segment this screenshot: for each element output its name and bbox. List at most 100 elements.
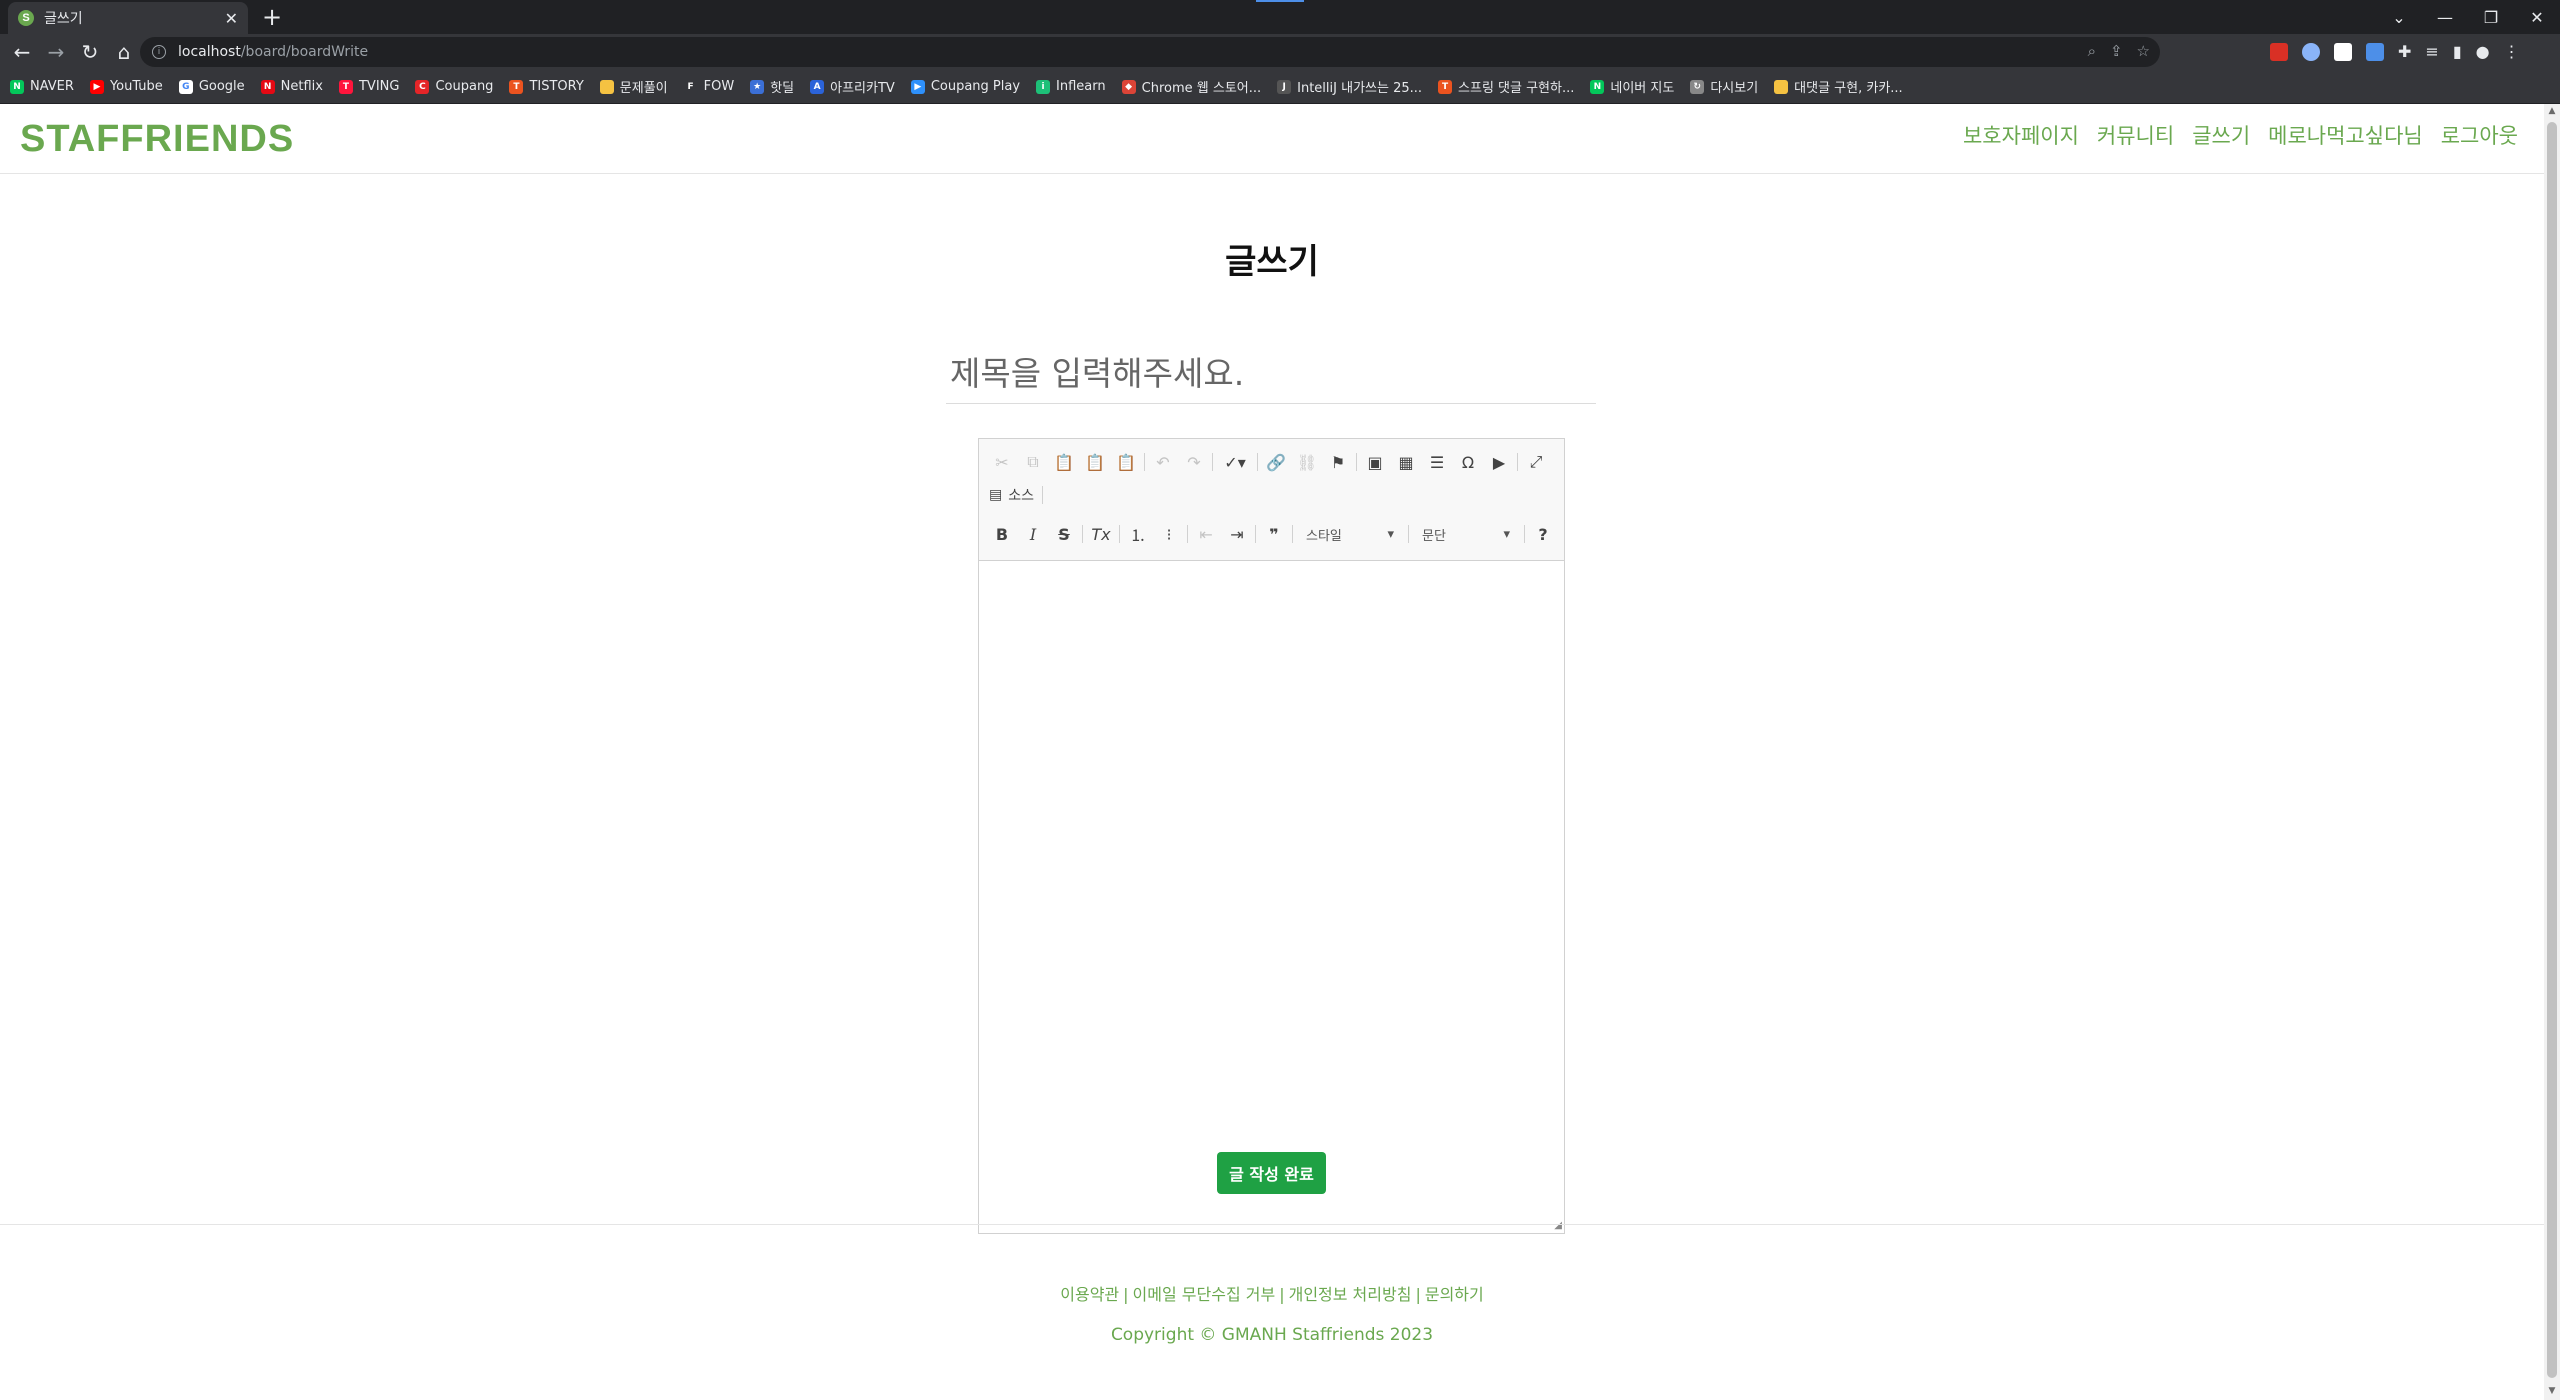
paste-text-icon[interactable]: 📋 <box>1082 449 1108 475</box>
bookmark-item[interactable]: 문제풀이 <box>599 77 668 96</box>
site-logo[interactable]: STAFFRIENDS <box>20 118 294 161</box>
special-char-icon[interactable]: Ω <box>1455 449 1481 475</box>
bookmark-item[interactable]: T TVING <box>338 79 399 94</box>
paste-word-icon[interactable]: 📋 <box>1113 449 1139 475</box>
scrollbar-thumb[interactable] <box>2547 122 2557 1378</box>
footer-link-privacy[interactable]: 개인정보 처리방침 <box>1289 1285 1412 1304</box>
bookmark-item[interactable]: C Coupang <box>415 79 493 94</box>
redo-icon[interactable]: ↷ <box>1181 449 1207 475</box>
bookmark-item[interactable]: G Google <box>178 79 245 94</box>
editor-content-area[interactable] <box>979 561 1564 1233</box>
nav-guardian-page[interactable]: 보호자페이지 <box>1963 120 2079 150</box>
nav-logout[interactable]: 로그아웃 <box>2441 120 2518 150</box>
bookmark-item[interactable]: N NAVER <box>10 79 74 94</box>
toolbar-separator <box>1292 525 1293 543</box>
bookmark-item[interactable]: ◆ Chrome 웹 스토어... <box>1121 77 1261 96</box>
puzzle-icon[interactable]: ✚ <box>2398 42 2411 61</box>
side-panel-icon[interactable]: ▮ <box>2453 42 2462 61</box>
style-dropdown[interactable]: 스타일 ▾ <box>1298 522 1402 546</box>
horizontal-line-icon[interactable]: ☰ <box>1424 449 1450 475</box>
tab-close-icon[interactable]: ✕ <box>225 9 238 28</box>
address-bar[interactable]: i localhost/board/boardWrite ⌕ ⇪ ☆ <box>140 37 2160 67</box>
link-icon[interactable]: 🔗 <box>1263 449 1289 475</box>
youtube-icon[interactable]: ▶ <box>1486 449 1512 475</box>
site-info-icon[interactable]: i <box>152 45 166 59</box>
bookmark-item[interactable]: 대댓글 구현, 카카... <box>1774 77 1903 96</box>
page: STAFFRIENDS 보호자페이지 커뮤니티 글쓰기 메로나먹고싶다님 로그아… <box>0 104 2544 1400</box>
close-window-button[interactable]: ✕ <box>2514 0 2560 34</box>
footer-link-contact[interactable]: 문의하기 <box>1425 1285 1484 1304</box>
bookmark-item[interactable]: N Netflix <box>260 79 323 94</box>
extension-icon[interactable] <box>2270 42 2288 61</box>
numbered-list-icon[interactable]: ⒈ <box>1125 521 1151 547</box>
bookmark-item[interactable]: F FOW <box>683 79 734 94</box>
nav-community[interactable]: 커뮤니티 <box>2097 120 2174 150</box>
bookmark-item[interactable]: N 네이버 지도 <box>1590 77 1674 96</box>
bookmark-item[interactable]: A 아프리카TV <box>810 77 895 96</box>
maximize-icon[interactable]: ⤢ <box>1523 449 1549 475</box>
bookmark-star-icon[interactable]: ☆ <box>2137 42 2150 60</box>
scroll-down-icon[interactable]: ▼ <box>2547 1386 2557 1398</box>
bookmark-item[interactable]: ↻ 다시보기 <box>1690 77 1758 96</box>
bookmark-item[interactable]: ★ 핫딜 <box>750 77 794 96</box>
anchor-flag-icon[interactable]: ⚑ <box>1325 449 1351 475</box>
bookmark-item[interactable]: ▶ Coupang Play <box>910 79 1020 94</box>
forward-icon[interactable]: → <box>40 36 72 68</box>
paste-icon[interactable]: 📋 <box>1051 449 1077 475</box>
title-input[interactable] <box>946 344 1596 404</box>
page-scrollbar[interactable]: ▲ ▼ <box>2544 104 2560 1400</box>
submit-post-button[interactable]: 글 작성 완료 <box>1217 1152 1326 1194</box>
unlink-icon[interactable]: ⛓ <box>1294 449 1320 475</box>
image-icon[interactable]: ▣ <box>1362 449 1388 475</box>
italic-icon[interactable]: I <box>1020 521 1046 547</box>
remove-format-icon[interactable]: Tx <box>1088 521 1114 547</box>
footer-link-terms[interactable]: 이용약관 <box>1060 1285 1119 1304</box>
browser-tabstrip: S 글쓰기 ✕ + ⌄ — ❐ ✕ <box>0 0 2560 34</box>
outdent-icon[interactable]: ⇤ <box>1193 521 1219 547</box>
table-icon[interactable]: ▦ <box>1393 449 1419 475</box>
menu-kebab-icon[interactable]: ⋮ <box>2504 42 2520 61</box>
indent-icon[interactable]: ⇥ <box>1224 521 1250 547</box>
profile-icon[interactable]: ● <box>2476 42 2490 61</box>
extension-icon[interactable] <box>2302 42 2320 61</box>
blockquote-icon[interactable]: ❞ <box>1261 521 1287 547</box>
bookmark-item[interactable]: T TISTORY <box>509 79 584 94</box>
scroll-up-icon[interactable]: ▲ <box>2547 106 2557 118</box>
copyright-text: Copyright © GMANH Staffriends 2023 <box>1110 1325 1434 1345</box>
undo-icon[interactable]: ↶ <box>1150 449 1176 475</box>
format-dropdown[interactable]: 문단 ▾ <box>1414 522 1518 546</box>
zoom-icon[interactable]: ⌕ <box>2088 42 2096 60</box>
source-button[interactable]: ▤ 소스 <box>989 485 1034 505</box>
bookmark-item[interactable]: J IntelliJ 내가쓰는 25... <box>1277 77 1422 96</box>
bold-icon[interactable]: B <box>989 521 1015 547</box>
extension-icon[interactable] <box>2334 42 2352 61</box>
bulleted-list-icon[interactable]: ⁝ <box>1156 521 1182 547</box>
bookmark-item[interactable]: i Inflearn <box>1036 79 1106 94</box>
nav-write[interactable]: 글쓰기 <box>2192 120 2250 150</box>
browser-tab[interactable]: S 글쓰기 ✕ <box>8 2 248 34</box>
bookmark-favicon-icon: N <box>10 79 24 94</box>
cut-icon[interactable]: ✂ <box>989 449 1015 475</box>
strike-icon[interactable]: S <box>1051 521 1077 547</box>
footer-links: 이용약관 | 이메일 무단수집 거부 | 개인정보 처리방침 | 문의하기 <box>0 1281 2544 1305</box>
bookmark-item[interactable]: T 스프링 댓글 구현하... <box>1438 77 1574 96</box>
reload-icon[interactable]: ↻ <box>74 36 106 68</box>
minimize-button[interactable]: — <box>2422 0 2468 34</box>
nav-user-name[interactable]: 메로나먹고싶다님 <box>2268 120 2423 150</box>
bookmark-label: Coupang <box>435 79 494 94</box>
share-icon[interactable]: ⇪ <box>2110 42 2123 60</box>
copy-icon[interactable]: ⧉ <box>1020 449 1046 475</box>
restore-button[interactable]: ❐ <box>2468 0 2514 34</box>
new-tab-button[interactable]: + <box>258 4 286 32</box>
spellcheck-icon[interactable]: ✓▾ <box>1218 449 1252 475</box>
help-icon[interactable]: ? <box>1530 521 1556 547</box>
extension-icon[interactable] <box>2366 42 2384 61</box>
tab-search-icon[interactable]: ⌄ <box>2376 0 2422 34</box>
back-icon[interactable]: ← <box>6 36 38 68</box>
home-icon[interactable]: ⌂ <box>108 36 140 68</box>
url-path: /board/boardWrite <box>240 44 369 60</box>
bookmark-label: 핫딜 <box>770 81 795 96</box>
bookmark-item[interactable]: ▶ YouTube <box>89 79 163 94</box>
reading-list-icon[interactable]: ≡ <box>2425 42 2438 61</box>
footer-link-email-refusal[interactable]: 이메일 무단수집 거부 <box>1133 1285 1276 1304</box>
